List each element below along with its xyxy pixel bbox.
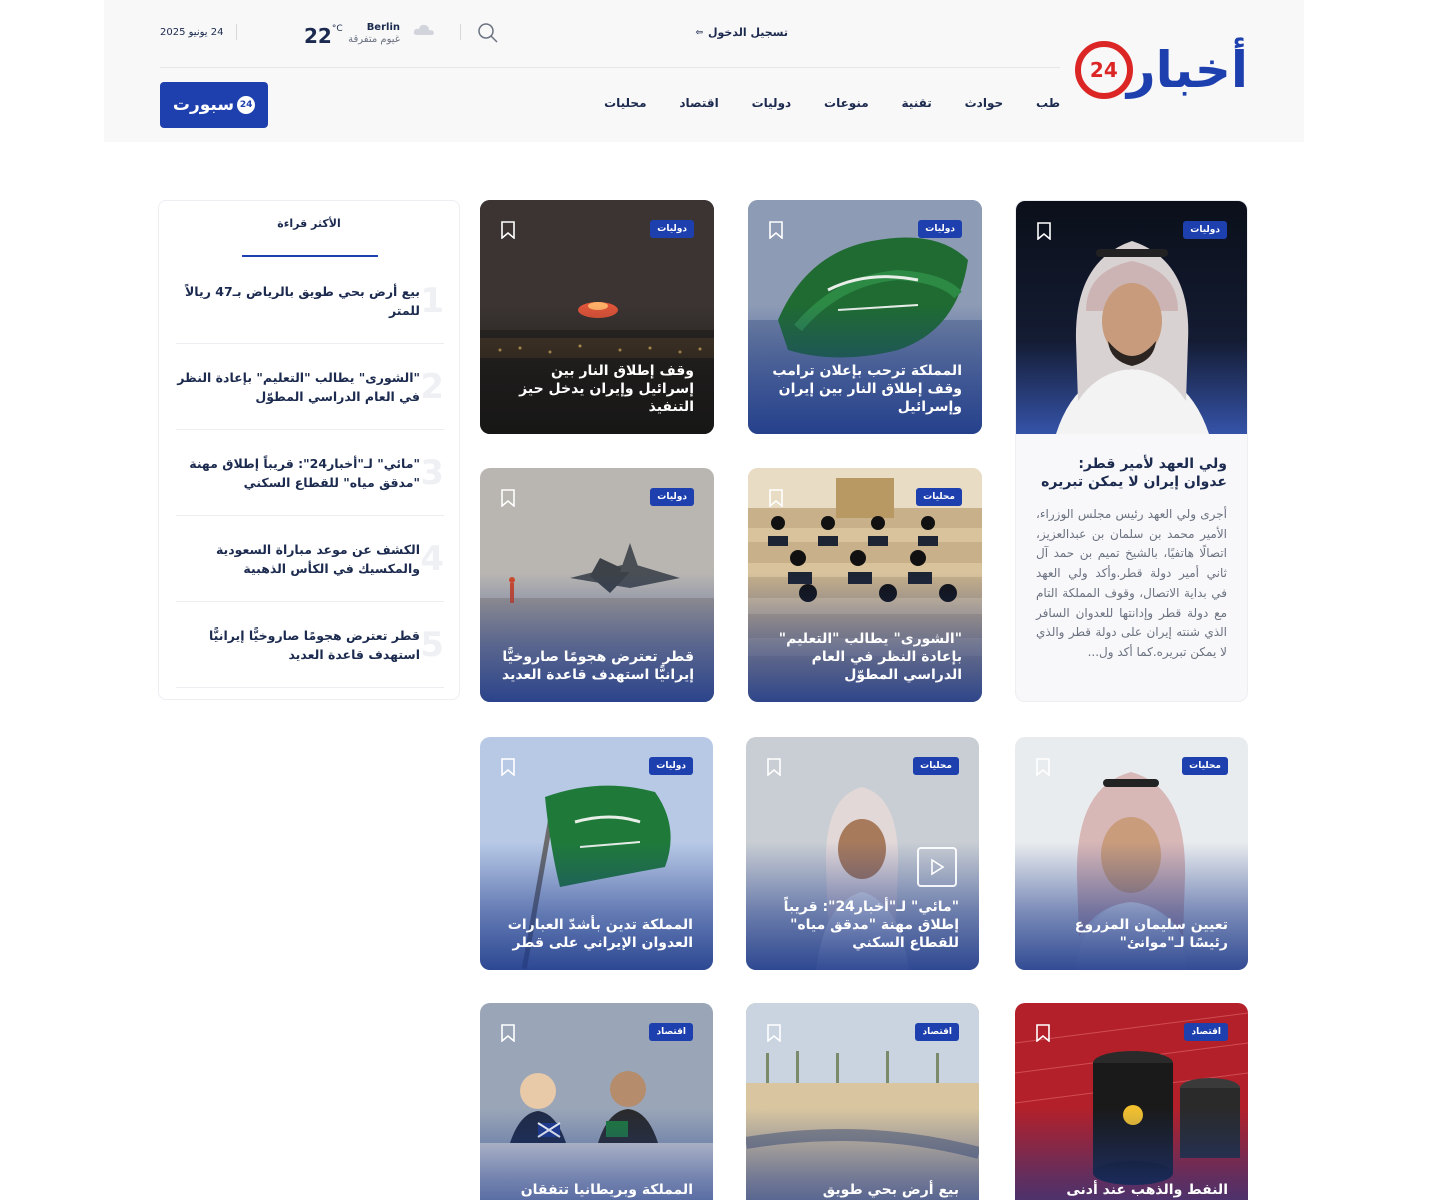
bookmark-icon[interactable] bbox=[767, 758, 781, 776]
category-badge[interactable]: دوليات bbox=[649, 757, 693, 775]
article-card[interactable]: اقتصاد المملكة وبريطانيا تتفقان على bbox=[480, 1003, 713, 1200]
category-badge[interactable]: دوليات bbox=[1183, 221, 1227, 239]
logo-text: أخبار bbox=[1126, 41, 1249, 99]
category-badge[interactable]: محليات bbox=[1182, 757, 1228, 775]
feature-title[interactable]: ولي العهد لأمير قطر: عدوان إيران لا يمكن… bbox=[1036, 455, 1227, 491]
article-title: المملكة ترحب بإعلان ترامب وقف إطلاق النا… bbox=[772, 363, 962, 415]
nav-item-international[interactable]: دوليات bbox=[752, 96, 792, 116]
bookmark-icon[interactable] bbox=[767, 1024, 781, 1042]
site-logo[interactable]: أخبار 24 bbox=[1074, 38, 1249, 102]
nav-item-local[interactable]: محليات bbox=[604, 96, 646, 116]
category-badge[interactable]: اقتصاد bbox=[915, 1023, 959, 1041]
weather-temp: 22°C bbox=[304, 24, 343, 48]
article-title: "مائي" لـ"أخبار24": قريباً إطلاق مهنة "م… bbox=[783, 899, 959, 951]
logo-badge-number: 24 bbox=[1089, 58, 1118, 82]
article-card[interactable]: دوليات المملكة ترحب بإعلان ترامب وقف إطل… bbox=[748, 200, 982, 434]
nav-item-accidents[interactable]: حوادث bbox=[965, 96, 1004, 116]
sport-label: سبورت bbox=[172, 95, 235, 115]
article-card[interactable]: دوليات قطر تعترض هجومًا صاروخيًّا إيراني… bbox=[480, 468, 714, 702]
category-badge[interactable]: محليات bbox=[913, 757, 959, 775]
category-badge[interactable]: اقتصاد bbox=[1184, 1023, 1228, 1041]
site-header: أخبار 24 تسجيل الدخول ⇦ Berlin غيوم متفر… bbox=[104, 0, 1304, 142]
divider bbox=[236, 24, 237, 40]
login-label: تسجيل الدخول bbox=[707, 26, 788, 39]
divider bbox=[460, 24, 461, 40]
nav-item-economy[interactable]: اقتصاد bbox=[679, 96, 718, 116]
bookmark-icon[interactable] bbox=[769, 489, 783, 507]
weather-city: Berlin bbox=[366, 22, 400, 33]
most-read-item[interactable]: 1 بيع أرض بحي طويق بالرياض بـ47 ريالاً ل… bbox=[176, 258, 444, 344]
most-read-item[interactable]: 5 قطر تعترض هجومًا صاروخيًّا إيرانيًّا ا… bbox=[176, 602, 444, 688]
article-card[interactable]: دوليات وقف إطلاق النار بين إسرائيل وإيرا… bbox=[480, 200, 714, 434]
login-link[interactable]: تسجيل الدخول ⇦ bbox=[695, 26, 788, 39]
category-badge[interactable]: دوليات bbox=[650, 220, 694, 238]
rank-number: 2 bbox=[420, 366, 444, 407]
most-read-title: "مائي" لـ"أخبار24": قريباً إطلاق مهنة "م… bbox=[189, 455, 420, 490]
weather-condition: غيوم متفرقة bbox=[348, 34, 400, 45]
header-divider bbox=[160, 67, 1060, 68]
article-title: المملكة تدين بأشدّ العبارات العدوان الإي… bbox=[507, 917, 693, 951]
nav-item-medicine[interactable]: طب bbox=[1036, 96, 1060, 116]
rank-number: 3 bbox=[420, 452, 444, 493]
feature-article[interactable]: دوليات ولي العهد لأمير قطر: عدوان إيران … bbox=[1015, 200, 1248, 702]
bookmark-icon[interactable] bbox=[501, 221, 515, 239]
most-read-item[interactable]: 3 "مائي" لـ"أخبار24": قريباً إطلاق مهنة … bbox=[176, 430, 444, 516]
login-icon: ⇦ bbox=[695, 27, 703, 38]
temp-value: 22 bbox=[304, 24, 332, 48]
cloud-icon bbox=[413, 24, 434, 35]
nav-item-tech[interactable]: تقنية bbox=[902, 96, 932, 116]
most-read-panel: الأكثر قراءة 1 بيع أرض بحي طويق بالرياض … bbox=[158, 200, 460, 700]
most-read-title: الكشف عن موعد مباراة السعودية والمكسيك ف… bbox=[215, 541, 420, 576]
article-title: المملكة وبريطانيا تتفقان على bbox=[520, 1182, 693, 1198]
rank-number: 1 bbox=[420, 280, 444, 321]
play-icon[interactable] bbox=[917, 847, 957, 887]
category-badge[interactable]: اقتصاد bbox=[649, 1023, 693, 1041]
most-read-heading: الأكثر قراءة bbox=[277, 217, 341, 230]
bookmark-icon[interactable] bbox=[769, 221, 783, 239]
most-read-item[interactable]: 2 "الشورى" يطالب "التعليم" بإعادة النظر … bbox=[176, 344, 444, 430]
article-card[interactable]: دوليات المملكة تدين بأشدّ العبارات العدو… bbox=[480, 737, 713, 970]
top-bar: تسجيل الدخول ⇦ Berlin غيوم متفرقة 22°C 2… bbox=[160, 14, 1060, 52]
article-card[interactable]: محليات تعيين سليمان المزروع رئيسًا لـ"مو… bbox=[1015, 737, 1248, 970]
article-title: قطر تعترض هجومًا صاروخيًّا إيرانيًّا است… bbox=[501, 649, 694, 683]
article-title: وقف إطلاق النار بين إسرائيل وإيران يدخل … bbox=[519, 363, 694, 415]
article-title: بيع أرض بحي طويق بالرياض bbox=[822, 1182, 959, 1198]
category-badge[interactable]: محليات bbox=[916, 488, 962, 506]
bookmark-icon[interactable] bbox=[501, 758, 515, 776]
logo-badge: 24 bbox=[1074, 41, 1133, 99]
article-card[interactable]: اقتصاد النفط والذهب عند أدنى مستوى bbox=[1015, 1003, 1248, 1200]
main-nav: محليات اقتصاد دوليات منوعات تقنية حوادث … bbox=[604, 96, 1060, 116]
heading-underline bbox=[242, 255, 378, 257]
rank-number: 5 bbox=[420, 624, 444, 665]
article-title: النفط والذهب عند أدنى مستوى bbox=[1066, 1182, 1228, 1198]
category-badge[interactable]: دوليات bbox=[650, 488, 694, 506]
most-read-title: "الشورى" يطالب "التعليم" بإعادة النظر في… bbox=[177, 369, 420, 404]
bookmark-icon[interactable] bbox=[1036, 758, 1050, 776]
most-read-title: بيع أرض بحي طويق بالرياض بـ47 ريالاً للم… bbox=[185, 283, 420, 318]
rank-number: 4 bbox=[420, 538, 444, 579]
current-date: 24 يونيو 2025 bbox=[160, 27, 224, 38]
feature-excerpt: أجرى ولي العهد رئيس مجلس الوزراء، الأمير… bbox=[1036, 507, 1227, 659]
article-title: "الشورى" يطالب "التعليم" بإعادة النظر في… bbox=[778, 631, 962, 683]
sport-badge: 24 bbox=[237, 96, 256, 114]
sport-button[interactable]: سبورت 24 bbox=[160, 82, 268, 128]
bookmark-icon[interactable] bbox=[501, 489, 515, 507]
nav-item-misc[interactable]: منوعات bbox=[824, 96, 869, 116]
search-icon[interactable] bbox=[476, 21, 500, 45]
article-card[interactable]: محليات "الشورى" يطالب "التعليم" بإعادة ا… bbox=[748, 468, 982, 702]
article-card[interactable]: محليات "مائي" لـ"أخبار24": قريباً إطلاق … bbox=[746, 737, 979, 970]
bookmark-icon[interactable] bbox=[1037, 222, 1051, 240]
article-title: تعيين سليمان المزروع رئيسًا لـ"موانئ" bbox=[1074, 917, 1228, 951]
bookmark-icon[interactable] bbox=[501, 1024, 515, 1042]
article-card[interactable]: اقتصاد بيع أرض بحي طويق بالرياض bbox=[746, 1003, 979, 1200]
bookmark-icon[interactable] bbox=[1036, 1024, 1050, 1042]
temp-unit: °C bbox=[331, 24, 343, 34]
most-read-title: قطر تعترض هجومًا صاروخيًّا إيرانيًّا است… bbox=[208, 627, 420, 662]
most-read-item[interactable]: 4 الكشف عن موعد مباراة السعودية والمكسيك… bbox=[176, 516, 444, 602]
category-badge[interactable]: دوليات bbox=[918, 220, 962, 238]
